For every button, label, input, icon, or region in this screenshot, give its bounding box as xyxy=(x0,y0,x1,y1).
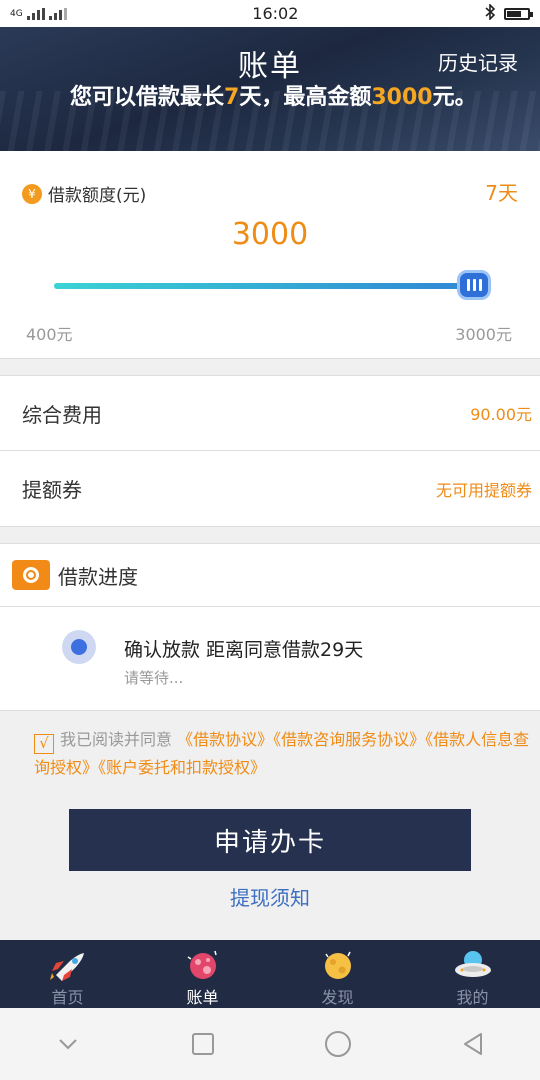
coupon-row[interactable]: 提额券 无可用提额券 xyxy=(0,451,540,527)
marquee-suffix: 元。 xyxy=(432,85,477,110)
progress-icon xyxy=(12,560,50,590)
ufo-icon xyxy=(452,948,494,982)
loan-amount-card: ¥ 借款额度(元) 7天 3000 400元 3000元 xyxy=(0,151,540,359)
coupon-label: 提额券 xyxy=(22,478,82,502)
fee-row: 综合费用 90.00元 xyxy=(0,375,540,451)
step-title: 确认放款 距离同意借款29天 xyxy=(124,639,364,661)
header: 账单 历史记录 您可以借款最长7天，最高金额3000元。 xyxy=(0,27,540,151)
loan-days[interactable]: 7天 xyxy=(485,177,518,206)
hide-nav-button[interactable] xyxy=(38,1019,98,1069)
recents-button[interactable] xyxy=(173,1019,233,1069)
agreement-prefix: 我已阅读并同意 xyxy=(60,730,173,749)
battery-icon xyxy=(504,7,533,20)
loan-amount-label: ¥ 借款额度(元) xyxy=(22,181,146,206)
fee-label: 综合费用 xyxy=(22,402,102,427)
marquee-days: 7 xyxy=(224,85,240,110)
progress-header: 借款进度 xyxy=(0,543,540,607)
tab-discover[interactable]: 发现 xyxy=(270,940,405,1008)
agree-checkbox[interactable]: √ xyxy=(34,733,54,754)
rocket-icon xyxy=(48,948,88,982)
circle-icon xyxy=(324,1031,351,1057)
moon-icon xyxy=(319,948,357,982)
tab-mine-label: 我的 xyxy=(456,988,489,1007)
tab-mine[interactable]: 我的 xyxy=(405,940,540,1008)
signal-2-icon xyxy=(48,7,67,20)
signal-group: 4G xyxy=(10,7,67,20)
tab-discover-label: 发现 xyxy=(321,988,354,1007)
yuan-icon: ¥ xyxy=(22,183,42,204)
progress-step: 确认放款 距离同意借款29天 请等待... xyxy=(0,607,540,711)
tab-bill[interactable]: 账单 xyxy=(135,940,270,1008)
clock: 16:02 xyxy=(252,4,299,23)
bottom-tab-bar: 首页 账单 发现 我的 xyxy=(0,940,540,1008)
tab-home-label: 首页 xyxy=(51,988,84,1007)
step-dot-icon xyxy=(62,630,96,664)
progress-title: 借款进度 xyxy=(58,564,138,589)
agreement-text: √ 我已阅读并同意 《借款协议》《借款咨询服务协议》《借款人信息查询授权》《账户委… xyxy=(34,726,534,781)
square-icon xyxy=(191,1033,214,1055)
back-triangle-icon xyxy=(463,1033,482,1055)
chevron-down-icon xyxy=(58,1039,77,1050)
slider-fill xyxy=(54,283,474,289)
network-type: 4G xyxy=(10,8,23,19)
withdraw-notice-link[interactable]: 提现须知 xyxy=(0,882,540,911)
amount-slider[interactable] xyxy=(54,283,474,289)
tab-home[interactable]: 首页 xyxy=(0,940,135,1008)
marquee-prefix: 您可以借款最长 xyxy=(70,85,225,110)
tab-bill-label: 账单 xyxy=(186,988,219,1007)
marquee-mid: 天，最高金额 xyxy=(239,85,372,110)
coupon-value: 无可用提额券 xyxy=(435,480,532,500)
signal-icon xyxy=(26,7,45,20)
loan-label-text: 借款额度(元) xyxy=(48,186,147,206)
debit-auth-link[interactable]: 《账户委托和扣款授权》 xyxy=(98,758,266,777)
step-subtitle: 请等待... xyxy=(124,669,184,687)
marquee-amount: 3000 xyxy=(371,85,433,110)
planet-icon xyxy=(185,948,221,982)
loan-agreement-link[interactable]: 《借款协议》 xyxy=(177,730,273,749)
notice-marquee: 您可以借款最长7天，最高金额3000元。 xyxy=(70,79,477,111)
apply-card-button[interactable]: 申请办卡 xyxy=(69,809,471,871)
home-button[interactable] xyxy=(308,1019,368,1069)
range-min: 400元 xyxy=(26,325,73,344)
loan-amount-value: 3000 xyxy=(231,217,309,252)
back-button[interactable] xyxy=(443,1019,503,1069)
slider-handle[interactable] xyxy=(457,270,491,300)
range-max: 3000元 xyxy=(455,325,512,344)
history-link[interactable]: 历史记录 xyxy=(438,47,518,76)
status-bar: 4G 16:02 xyxy=(0,0,540,27)
consult-agreement-link[interactable]: 《借款咨询服务协议》 xyxy=(273,730,425,749)
bluetooth-icon xyxy=(484,2,496,24)
system-nav-bar xyxy=(0,1008,540,1080)
fee-value: 90.00元 xyxy=(470,405,532,424)
